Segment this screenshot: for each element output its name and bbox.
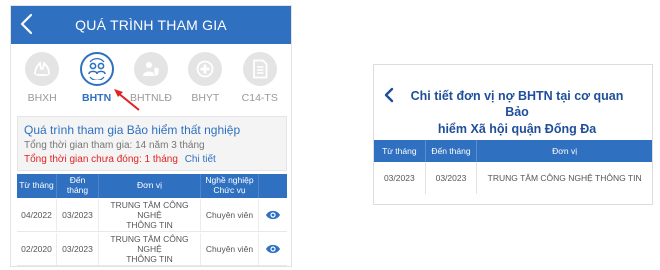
col-from: Từ tháng xyxy=(374,140,426,162)
view-button[interactable] xyxy=(259,233,287,265)
back-arrow-icon[interactable] xyxy=(383,87,395,103)
history-table-header: Từ tháng Đến tháng Đơn vị Nghề nghiệp Ch… xyxy=(17,174,287,198)
col-unit: Đơn vị xyxy=(552,146,578,156)
summary-title: Quá trình tham gia Bảo hiểm thất nghiệp xyxy=(24,123,241,137)
tab-label: BHTN xyxy=(81,92,112,104)
row-to: 03/2023 xyxy=(57,199,99,231)
annotation-arrow-icon xyxy=(114,89,140,111)
col-view xyxy=(259,174,287,198)
detail-link[interactable]: Chi tiết xyxy=(185,154,216,165)
col-from: Từ tháng xyxy=(17,174,57,198)
people-exchange-icon xyxy=(87,58,106,80)
row-position: Chuyên viên xyxy=(201,233,259,265)
col-job: Nghề nghiệp Chức vụ xyxy=(201,174,259,198)
tab-bhyt[interactable]: BHYT xyxy=(179,52,231,110)
tab-c14-ts[interactable]: C14-TS xyxy=(234,52,286,110)
row-from: 04/2022 xyxy=(17,199,57,231)
bhtn-history-screen: QUÁ TRÌNH THAM GIA BHXH BHTN BHTNLĐ BHYT… xyxy=(10,5,292,267)
view-button[interactable] xyxy=(259,199,287,231)
row-to: 03/2023 xyxy=(426,162,478,194)
eye-icon xyxy=(266,244,280,254)
detail-header: Chi tiết đơn vị nợ BHTN tại cơ quan Bảo … xyxy=(374,65,652,140)
tab-label: BHXH xyxy=(27,92,57,104)
medical-cross-icon xyxy=(196,60,214,78)
tab-bhxh[interactable]: BHXH xyxy=(16,52,68,110)
tab-label: BHYT xyxy=(191,92,220,104)
screen-header: QUÁ TRÌNH THAM GIA xyxy=(11,6,291,44)
tab-label: C14-TS xyxy=(241,92,278,104)
insurance-type-tabs: BHXH BHTN BHTNLĐ BHYT C14-TS xyxy=(11,52,291,110)
shield-person-icon xyxy=(142,62,160,77)
eye-icon xyxy=(266,210,280,220)
row-from: 02/2020 xyxy=(17,233,57,265)
hands-icon xyxy=(34,61,51,76)
table-row: 02/2020 03/2023 TRUNG TÂM CÔNG NGHỆ THÔN… xyxy=(17,233,287,266)
row-from: 03/2023 xyxy=(374,162,426,194)
debt-detail-screen: Chi tiết đơn vị nợ BHTN tại cơ quan Bảo … xyxy=(373,64,653,205)
screen-title: QUÁ TRÌNH THAM GIA xyxy=(75,17,227,33)
total-participation-time: Tổng thời gian tham gia: 14 năm 3 tháng xyxy=(24,140,205,151)
row-unit: TRUNG TÂM CÔNG NGHỆ THÔNG TIN xyxy=(99,199,201,231)
col-to: Đến tháng xyxy=(426,140,478,162)
row-position: Chuyên viên xyxy=(201,199,259,231)
detail-title: Chi tiết đơn vị nợ BHTN tại cơ quan Bảo … xyxy=(410,89,624,136)
unpaid-time: Tổng thời gian chưa đóng: 1 tháng xyxy=(24,154,178,165)
bhtn-summary-box: Quá trình tham gia Bảo hiểm thất nghiệp … xyxy=(17,116,287,171)
row-to: 03/2023 xyxy=(57,233,99,265)
row-unit: TRUNG TÂM CÔNG NGHỆ THÔNG TIN xyxy=(487,173,642,183)
col-to: Đến tháng xyxy=(57,174,99,198)
document-icon xyxy=(252,59,268,79)
table-row: 03/2023 03/2023 TRUNG TÂM CÔNG NGHỆ THÔN… xyxy=(374,162,652,194)
row-unit: TRUNG TÂM CÔNG NGHỆ THÔNG TIN xyxy=(99,233,201,265)
table-row: 04/2022 03/2023 TRUNG TÂM CÔNG NGHỆ THÔN… xyxy=(17,199,287,232)
back-arrow-icon[interactable] xyxy=(17,12,37,36)
col-unit: Đơn vị xyxy=(99,174,201,198)
debt-table-header: Từ tháng Đến tháng Đơn vị xyxy=(374,140,652,162)
